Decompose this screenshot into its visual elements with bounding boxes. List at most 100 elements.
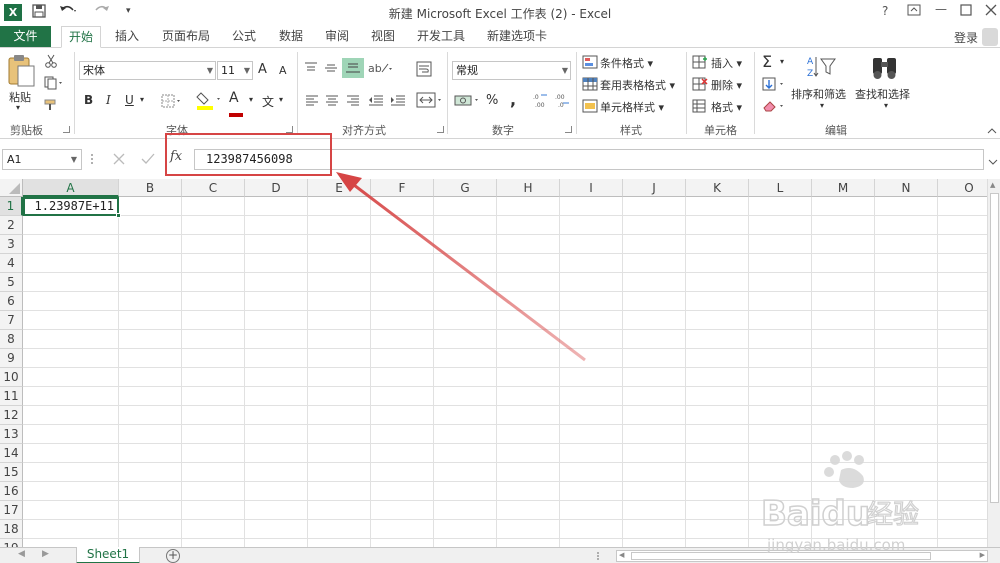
- cell-c1[interactable]: [182, 197, 245, 216]
- cell-g11[interactable]: [434, 387, 497, 406]
- cell-b4[interactable]: [119, 254, 182, 273]
- cell-a16[interactable]: [23, 482, 119, 501]
- column-header-f[interactable]: F: [371, 179, 434, 197]
- cell-g14[interactable]: [434, 444, 497, 463]
- cell-i3[interactable]: [560, 235, 623, 254]
- cell-g4[interactable]: [434, 254, 497, 273]
- cell-l4[interactable]: [749, 254, 812, 273]
- cell-l7[interactable]: [749, 311, 812, 330]
- cell-h2[interactable]: [497, 216, 560, 235]
- comma-style-button[interactable]: ,: [510, 90, 516, 109]
- column-header-b[interactable]: B: [119, 179, 182, 197]
- cell-d2[interactable]: [245, 216, 308, 235]
- cell-c19[interactable]: [182, 539, 245, 547]
- find-binoculars-icon[interactable]: [870, 54, 900, 85]
- merge-center-icon[interactable]: [416, 92, 444, 111]
- bold-button[interactable]: B: [84, 93, 93, 107]
- cell-g19[interactable]: [434, 539, 497, 547]
- cell-n12[interactable]: [875, 406, 938, 425]
- scroll-left-icon[interactable]: ◀: [619, 551, 624, 559]
- ribbon-display-icon[interactable]: [907, 4, 921, 19]
- phonetic-button[interactable]: 文: [262, 93, 274, 110]
- cell-l13[interactable]: [749, 425, 812, 444]
- cell-styles-button[interactable]: 单元格样式 ▾: [600, 99, 664, 115]
- cell-i18[interactable]: [560, 520, 623, 539]
- row-header-16[interactable]: 16: [0, 482, 23, 501]
- cell-h4[interactable]: [497, 254, 560, 273]
- find-select-button[interactable]: 查找和选择: [855, 86, 910, 102]
- cell-m7[interactable]: [812, 311, 875, 330]
- cell-h1[interactable]: [497, 197, 560, 216]
- cell-b16[interactable]: [119, 482, 182, 501]
- cell-k1[interactable]: [686, 197, 749, 216]
- cell-a11[interactable]: [23, 387, 119, 406]
- cell-d4[interactable]: [245, 254, 308, 273]
- cell-c14[interactable]: [182, 444, 245, 463]
- cell-l6[interactable]: [749, 292, 812, 311]
- column-header-j[interactable]: J: [623, 179, 686, 197]
- cell-l9[interactable]: [749, 349, 812, 368]
- sort-filter-icon[interactable]: AZ: [806, 54, 836, 85]
- row-header-5[interactable]: 5: [0, 273, 23, 292]
- cell-n7[interactable]: [875, 311, 938, 330]
- scroll-up-icon[interactable]: ▲: [990, 181, 995, 189]
- cell-b13[interactable]: [119, 425, 182, 444]
- cell-m9[interactable]: [812, 349, 875, 368]
- cell-e9[interactable]: [308, 349, 371, 368]
- cell-d3[interactable]: [245, 235, 308, 254]
- shrink-font-button[interactable]: A: [279, 64, 287, 77]
- cell-g9[interactable]: [434, 349, 497, 368]
- column-header-h[interactable]: H: [497, 179, 560, 197]
- copy-icon[interactable]: [44, 76, 64, 93]
- align-bottom-icon[interactable]: [342, 58, 364, 78]
- cell-b9[interactable]: [119, 349, 182, 368]
- tab-file[interactable]: 文件: [0, 26, 51, 48]
- cell-c4[interactable]: [182, 254, 245, 273]
- cell-b8[interactable]: [119, 330, 182, 349]
- cell-g15[interactable]: [434, 463, 497, 482]
- cell-a18[interactable]: [23, 520, 119, 539]
- cell-n2[interactable]: [875, 216, 938, 235]
- cell-d7[interactable]: [245, 311, 308, 330]
- cell-h16[interactable]: [497, 482, 560, 501]
- minimize-icon[interactable]: —: [935, 2, 947, 16]
- cell-g3[interactable]: [434, 235, 497, 254]
- row-header-8[interactable]: 8: [0, 330, 23, 349]
- cell-h12[interactable]: [497, 406, 560, 425]
- cell-k12[interactable]: [686, 406, 749, 425]
- cell-g1[interactable]: [434, 197, 497, 216]
- sheet-split-grip-icon[interactable]: [596, 550, 600, 563]
- cell-k6[interactable]: [686, 292, 749, 311]
- cell-e8[interactable]: [308, 330, 371, 349]
- cell-c17[interactable]: [182, 501, 245, 520]
- row-header-14[interactable]: 14: [0, 444, 23, 463]
- tab-review[interactable]: 审阅: [318, 26, 356, 48]
- cell-h7[interactable]: [497, 311, 560, 330]
- cell-h5[interactable]: [497, 273, 560, 292]
- cell-m10[interactable]: [812, 368, 875, 387]
- vertical-scrollbar[interactable]: ▲: [987, 179, 1000, 547]
- cell-a14[interactable]: [23, 444, 119, 463]
- conditional-format-icon[interactable]: [582, 55, 598, 72]
- cell-k7[interactable]: [686, 311, 749, 330]
- cell-j10[interactable]: [623, 368, 686, 387]
- font-launcher-icon[interactable]: [286, 126, 293, 133]
- cell-f10[interactable]: [371, 368, 434, 387]
- cell-k17[interactable]: [686, 501, 749, 520]
- font-size-select[interactable]: 11 ▼: [217, 61, 253, 80]
- cell-c3[interactable]: [182, 235, 245, 254]
- cell-j17[interactable]: [623, 501, 686, 520]
- cell-d5[interactable]: [245, 273, 308, 292]
- cell-i9[interactable]: [560, 349, 623, 368]
- cell-a6[interactable]: [23, 292, 119, 311]
- cell-f11[interactable]: [371, 387, 434, 406]
- sheet-prev-icon[interactable]: ◀: [18, 549, 25, 559]
- cell-b15[interactable]: [119, 463, 182, 482]
- cell-a5[interactable]: [23, 273, 119, 292]
- cell-d17[interactable]: [245, 501, 308, 520]
- grow-font-button[interactable]: A: [258, 62, 267, 77]
- cell-h17[interactable]: [497, 501, 560, 520]
- cell-j9[interactable]: [623, 349, 686, 368]
- cell-b2[interactable]: [119, 216, 182, 235]
- tab-developer[interactable]: 开发工具: [410, 26, 472, 48]
